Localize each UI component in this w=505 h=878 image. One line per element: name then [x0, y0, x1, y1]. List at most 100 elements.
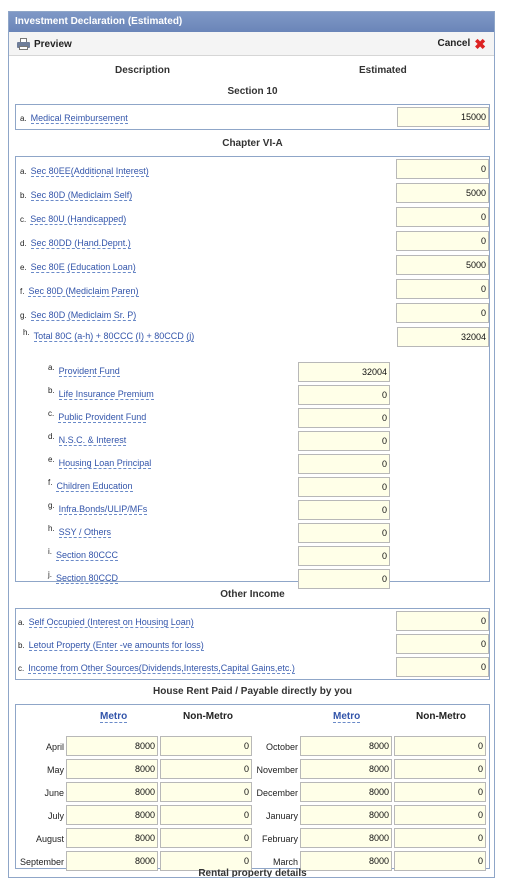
list-item[interactable]: d. N.S.C. & Interest	[48, 432, 127, 446]
rent-nonmetro-field[interactable]	[394, 759, 486, 779]
deduction-80c-field[interactable]	[298, 500, 390, 520]
rent-nonmetro-field[interactable]	[160, 782, 252, 802]
other-income-field[interactable]	[396, 611, 489, 631]
rent-nonmetro-field[interactable]	[394, 805, 486, 825]
rent-metro-field[interactable]	[66, 805, 158, 825]
list-item[interactable]: h. SSY / Others	[48, 524, 112, 538]
list-item[interactable]: b. Life Insurance Premium	[48, 386, 154, 400]
item-key: d.	[20, 239, 27, 248]
list-item[interactable]: c. Public Provident Fund	[48, 409, 147, 423]
rent-metro-field[interactable]	[66, 782, 158, 802]
chapter-vi-a-field[interactable]	[397, 327, 489, 347]
other-income-heading: Other Income	[220, 589, 285, 600]
other-income-field[interactable]	[396, 657, 489, 677]
rent-nonmetro-field[interactable]	[394, 782, 486, 802]
item-label: SSY / Others	[58, 527, 112, 538]
deduction-80c-field[interactable]	[298, 546, 390, 566]
list-item[interactable]: d. Sec 80DD (Hand.Depnt.)	[20, 238, 131, 249]
deduction-80c-field[interactable]	[298, 477, 390, 497]
item-label: Sec 80D (Mediclaim Paren)	[28, 286, 139, 297]
list-item[interactable]: j. Section 80CCD	[48, 570, 119, 584]
rent-metro-field[interactable]	[300, 828, 392, 848]
rent-nonmetro-field[interactable]	[394, 828, 486, 848]
list-item[interactable]: g. Infra.Bonds/ULIP/MFs	[48, 501, 148, 515]
item-key: g.	[48, 501, 55, 510]
rent-nonmetro-field[interactable]	[160, 805, 252, 825]
item-key: e.	[48, 455, 55, 464]
medical-reimbursement-field[interactable]	[397, 107, 489, 127]
metro-header-right[interactable]: Metro	[333, 711, 361, 723]
item-label: N.S.C. & Interest	[58, 435, 127, 446]
deduction-80c-field[interactable]	[298, 385, 390, 405]
other-income-field[interactable]	[396, 634, 489, 654]
chapter-vi-a-field[interactable]	[396, 231, 489, 251]
list-item[interactable]: h. Total 80C (a-h) + 80CCC (I) + 80CCD (j…	[23, 328, 195, 342]
rent-metro-field[interactable]	[300, 805, 392, 825]
chapter-vi-a-field[interactable]	[396, 183, 489, 203]
section-10-heading: Section 10	[227, 86, 278, 97]
item-label: Sec 80E (Education Loan)	[30, 262, 136, 273]
list-item[interactable]: c. Sec 80U (Handicapped)	[20, 214, 127, 225]
list-item[interactable]: f. Children Education	[48, 478, 133, 492]
preview-label: Preview	[34, 38, 72, 50]
rent-nonmetro-field[interactable]	[160, 828, 252, 848]
list-item[interactable]: f. Sec 80D (Mediclaim Paren)	[20, 286, 139, 297]
item-key: g.	[20, 311, 27, 320]
item-label: Sec 80EE(Additional Interest)	[30, 166, 149, 177]
deduction-80c-field[interactable]	[298, 523, 390, 543]
list-item[interactable]: e. Sec 80E (Education Loan)	[20, 262, 136, 273]
rent-metro-field[interactable]	[300, 759, 392, 779]
deduction-80c-field[interactable]	[298, 431, 390, 451]
item-key: h.	[48, 524, 55, 533]
description-column-header: Description	[115, 65, 171, 76]
chapter-vi-a-field[interactable]	[396, 159, 489, 179]
list-item[interactable]: a. Self Occupied (Interest on Housing Loa…	[18, 617, 194, 628]
list-item[interactable]: b. Sec 80D (Mediclaim Self)	[20, 190, 133, 201]
close-icon: ✖	[474, 35, 486, 52]
item-key: b.	[48, 386, 55, 395]
list-item[interactable]: e. Housing Loan Principal	[48, 455, 152, 469]
month-label: June	[44, 788, 64, 798]
toolbar: Preview Cancel ✖	[9, 32, 494, 56]
chapter-vi-a-field[interactable]	[396, 255, 489, 275]
list-item[interactable]: g. Sec 80D (Mediclaim Sr. P)	[20, 310, 137, 321]
rent-nonmetro-field[interactable]	[160, 736, 252, 756]
item-label: Provident Fund	[58, 366, 120, 377]
item-key: f.	[20, 287, 25, 296]
rent-metro-field[interactable]	[300, 736, 392, 756]
list-item[interactable]: a. Provident Fund	[48, 363, 120, 377]
chapter-vi-a-field[interactable]	[396, 303, 489, 323]
list-item[interactable]: a. Sec 80EE(Additional Interest)	[20, 166, 149, 177]
rent-metro-field[interactable]	[66, 828, 158, 848]
rent-metro-field[interactable]	[66, 759, 158, 779]
rent-nonmetro-field[interactable]	[160, 759, 252, 779]
month-label: December	[256, 788, 298, 798]
estimated-column-header: Estimated	[359, 65, 407, 76]
rent-metro-field[interactable]	[300, 782, 392, 802]
chapter-vi-a-field[interactable]	[396, 279, 489, 299]
month-label: November	[256, 765, 298, 775]
item-key: c.	[48, 409, 55, 418]
list-item[interactable]: b. Letout Property (Enter -ve amounts for…	[18, 640, 204, 651]
rent-nonmetro-field[interactable]	[394, 736, 486, 756]
preview-button[interactable]: Preview	[17, 38, 72, 50]
deduction-80c-field[interactable]	[298, 454, 390, 474]
list-item[interactable]: c. Income from Other Sources(Dividends,In…	[18, 663, 295, 674]
deduction-80c-field[interactable]	[298, 569, 390, 589]
deduction-80c-field[interactable]	[298, 408, 390, 428]
cancel-label: Cancel	[437, 38, 471, 49]
item-key: j.	[48, 570, 52, 579]
deduction-80c-field[interactable]	[298, 362, 390, 382]
item-key: c.	[18, 664, 25, 673]
chapter-vi-a-field[interactable]	[396, 207, 489, 227]
rent-metro-field[interactable]	[66, 736, 158, 756]
list-item[interactable]: a. Medical Reimbursement	[20, 113, 128, 124]
nonmetro-header-right: Non-Metro	[416, 711, 466, 722]
chapter-vi-a-group: a.Sec 80EE(Additional Interest)b.Sec 80D…	[15, 156, 490, 589]
item-label: Total 80C (a-h) + 80CCC (I) + 80CCD (j)	[33, 331, 195, 342]
cancel-button[interactable]: Cancel ✖	[437, 35, 486, 52]
list-item[interactable]: i. Section 80CCC	[48, 547, 119, 561]
metro-header-left[interactable]: Metro	[100, 711, 128, 723]
item-key: c.	[20, 215, 27, 224]
item-label: Public Provident Fund	[58, 412, 147, 423]
